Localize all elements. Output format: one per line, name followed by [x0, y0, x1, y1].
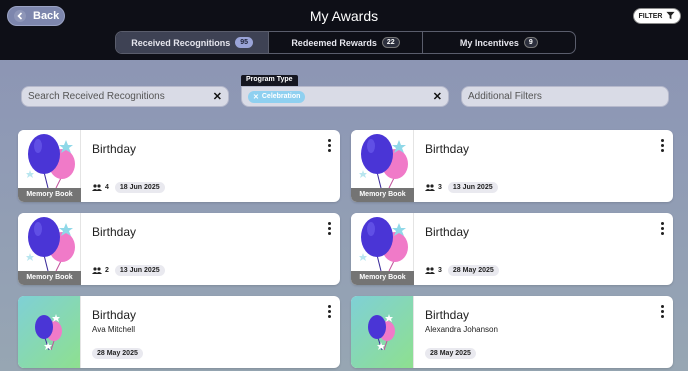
card-title: Birthday [425, 142, 470, 156]
tab-label: Received Recognitions [131, 37, 231, 48]
kebab-menu-icon[interactable] [326, 305, 332, 318]
card-title: Birthday [92, 225, 137, 239]
people-count: 2 [92, 267, 109, 274]
date-badge: 13 Jun 2025 [447, 182, 498, 193]
celebration-chip[interactable]: ✕ Celebration [248, 90, 306, 103]
card-thumbnail: Memory Book [351, 213, 414, 285]
tab-count-badge: 22 [381, 37, 400, 48]
card-meta: 3 13 Jun 2025 [425, 182, 498, 193]
card-thumbnail: Memory Book [18, 213, 81, 285]
card-title: Birthday [425, 308, 470, 322]
recognition-card[interactable]: Birthday Alexandra Johanson 28 May 2025 [351, 296, 673, 368]
date-badge: 28 May 2025 [92, 348, 143, 359]
program-type-select[interactable]: ✕ Celebration ✕ [241, 86, 449, 107]
filter-button[interactable]: FILTER [633, 8, 681, 24]
tab-label: Redeemed Rewards [291, 37, 377, 48]
memory-book-badge: Memory Book [351, 188, 414, 202]
balloons-small-icon [368, 314, 395, 351]
memory-book-badge: Memory Book [18, 188, 81, 202]
people-icon [425, 184, 435, 191]
kebab-menu-icon[interactable] [659, 222, 665, 235]
recognition-card[interactable]: Memory Book Birthday 2 13 Jun 2025 [18, 213, 340, 285]
date-badge: 18 Jun 2025 [114, 182, 165, 193]
people-count: 3 [425, 267, 442, 274]
balloons-icon [359, 134, 408, 189]
people-icon [92, 184, 102, 191]
card-title: Birthday [92, 308, 137, 322]
additional-filters-label: Additional Filters [468, 91, 542, 102]
card-subtitle: Alexandra Johanson [425, 325, 498, 334]
memory-book-badge: Memory Book [351, 271, 414, 285]
kebab-menu-icon[interactable] [659, 139, 665, 152]
funnel-icon [666, 11, 676, 22]
date-badge: 28 May 2025 [447, 265, 499, 276]
kebab-menu-icon[interactable] [326, 222, 332, 235]
people-icon [425, 267, 435, 274]
card-title: Birthday [92, 142, 137, 156]
people-icon [92, 267, 102, 274]
tab-count-badge: 95 [235, 37, 254, 48]
card-meta: 28 May 2025 [425, 348, 476, 359]
recognition-card[interactable]: Memory Book Birthday 3 13 Jun 2025 [351, 130, 673, 202]
tab-bar: Received Recognitions 95 Redeemed Reward… [115, 31, 576, 54]
top-bar: Back My Awards FILTER Received Recogniti… [0, 0, 688, 60]
people-count-value: 4 [105, 184, 109, 191]
additional-filters-field[interactable]: Additional Filters [461, 86, 669, 107]
clear-search-icon[interactable]: ✕ [213, 90, 222, 103]
card-subtitle: Ava Mitchell [92, 325, 135, 334]
kebab-menu-icon[interactable] [326, 139, 332, 152]
search-input[interactable] [28, 91, 213, 102]
tab-count-badge: 9 [523, 37, 538, 48]
balloons-icon [26, 217, 75, 272]
search-field: ✕ [21, 86, 229, 107]
chip-label: Celebration [261, 93, 301, 100]
program-type-label: Program Type [241, 75, 298, 86]
balloons-small-icon [35, 314, 62, 351]
people-count: 4 [92, 184, 109, 191]
recognition-card[interactable]: Memory Book Birthday 3 28 May 2025 [351, 213, 673, 285]
tab-received-recognitions[interactable]: Received Recognitions 95 [116, 32, 270, 53]
card-thumbnail: Memory Book [18, 130, 81, 202]
clear-program-type-icon[interactable]: ✕ [433, 90, 442, 103]
card-title: Birthday [425, 225, 470, 239]
tab-redeemed-rewards[interactable]: Redeemed Rewards 22 [269, 32, 423, 53]
card-thumbnail [351, 296, 414, 368]
kebab-menu-icon[interactable] [659, 305, 665, 318]
balloons-icon [26, 134, 75, 189]
card-meta: 2 13 Jun 2025 [92, 265, 165, 276]
tab-my-incentives[interactable]: My Incentives 9 [423, 32, 575, 53]
people-count-value: 3 [438, 267, 442, 274]
people-count-value: 2 [105, 267, 109, 274]
card-meta: 4 18 Jun 2025 [92, 182, 165, 193]
card-meta: 3 28 May 2025 [425, 265, 499, 276]
card-thumbnail [18, 296, 81, 368]
recognition-card[interactable]: Memory Book Birthday 4 18 Jun 2025 [18, 130, 340, 202]
tab-label: My Incentives [459, 37, 519, 48]
recognition-card[interactable]: Birthday Ava Mitchell 28 May 2025 [18, 296, 340, 368]
people-count: 3 [425, 184, 442, 191]
date-badge: 13 Jun 2025 [114, 265, 165, 276]
balloons-icon [359, 217, 408, 272]
people-count-value: 3 [438, 184, 442, 191]
date-badge: 28 May 2025 [425, 348, 476, 359]
chip-remove-icon[interactable]: ✕ [253, 93, 259, 101]
filter-label: FILTER [638, 12, 663, 20]
memory-book-badge: Memory Book [18, 271, 81, 285]
card-meta: 28 May 2025 [92, 348, 143, 359]
card-thumbnail: Memory Book [351, 130, 414, 202]
page-title: My Awards [309, 8, 379, 24]
